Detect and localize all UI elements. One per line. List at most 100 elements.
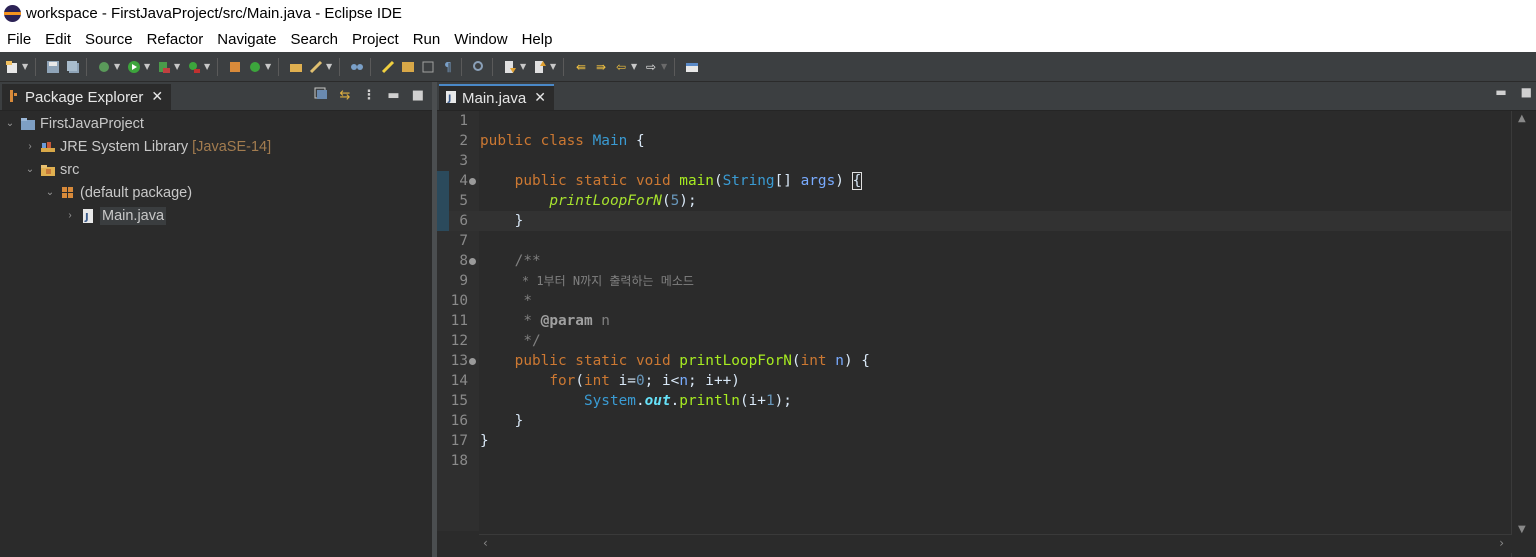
code-text: ) (835, 173, 853, 189)
toolbar-separator (86, 57, 87, 76)
code-text: { (627, 133, 645, 149)
collapse-all-icon[interactable] (314, 86, 328, 104)
java-file-icon: J (80, 208, 96, 224)
view-menu-icon[interactable]: ⋮ (362, 88, 375, 103)
collapse-arrow-icon[interactable]: ⌄ (24, 164, 36, 175)
line-number: 7 (459, 233, 468, 249)
code-line: 13 public static void printLoopForN(int … (437, 351, 1512, 371)
new-class-dropdown-icon[interactable]: ▼ (265, 62, 273, 71)
line-number: 11 (450, 313, 468, 329)
svg-text:J: J (84, 212, 89, 223)
block-selection-icon[interactable] (420, 59, 436, 75)
fold-toggle-icon[interactable] (469, 258, 476, 265)
menu-run[interactable]: Run (406, 31, 448, 48)
expand-arrow-icon[interactable]: › (24, 141, 36, 152)
toolbar-separator (217, 57, 218, 76)
tree-item-main-java[interactable]: › J Main.java (0, 204, 432, 227)
editor-tab-label: Main.java (462, 89, 527, 107)
close-icon[interactable]: ✕ (151, 89, 163, 105)
parameter-name: n (835, 353, 844, 369)
toolbar-separator (370, 57, 371, 76)
run-dropdown-icon[interactable]: ▼ (144, 62, 152, 71)
open-console-icon[interactable] (684, 59, 700, 75)
menu-refactor[interactable]: Refactor (140, 31, 211, 48)
minimize-icon[interactable]: ▬ (387, 88, 399, 103)
new-icon[interactable] (4, 59, 20, 75)
next-annotation-icon[interactable] (502, 59, 518, 75)
previous-annotation-dropdown-icon[interactable]: ▼ (550, 62, 558, 71)
new-java-package-icon[interactable] (227, 59, 243, 75)
code-line: 16 } (437, 411, 1512, 431)
external-tools-dropdown-icon[interactable]: ▼ (204, 62, 212, 71)
coverage-icon[interactable] (156, 59, 172, 75)
forward-icon[interactable]: ⇨ (643, 59, 659, 75)
back-icon[interactable]: ⇦ (613, 59, 629, 75)
tree-item-project[interactable]: ⌄ FirstJavaProject (0, 112, 432, 135)
new-dropdown-icon[interactable]: ▼ (22, 62, 30, 71)
show-whitespace-icon[interactable]: ¶ (440, 59, 456, 75)
menu-search[interactable]: Search (283, 31, 345, 48)
tree-item-label: src (60, 161, 80, 178)
link-with-editor-icon[interactable]: ⇆ (340, 88, 351, 103)
previous-annotation-icon[interactable] (532, 59, 548, 75)
fold-toggle-icon[interactable] (469, 358, 476, 365)
line-number: 10 (450, 293, 468, 309)
save-all-icon[interactable] (65, 59, 81, 75)
method-call: println (679, 393, 740, 409)
last-edit-location-icon[interactable]: ⇚ (573, 59, 589, 75)
open-type-icon[interactable] (288, 59, 304, 75)
collapse-arrow-icon[interactable]: ⌄ (44, 187, 56, 198)
scroll-up-icon[interactable]: ▲ (1518, 113, 1526, 124)
forward-edit-icon[interactable]: ⇛ (593, 59, 609, 75)
expand-arrow-icon[interactable]: › (64, 210, 76, 221)
tree-item-default-package[interactable]: ⌄ (default package) (0, 181, 432, 204)
line-number: 13 (450, 353, 468, 369)
toggle-word-wrap-icon[interactable] (400, 59, 416, 75)
menu-help[interactable]: Help (515, 31, 560, 48)
horizontal-scrollbar[interactable]: ‹ › (479, 534, 1512, 553)
debug-dropdown-icon[interactable]: ▼ (114, 62, 122, 71)
javadoc-tag: @param (540, 313, 593, 329)
tree-item-jre-library[interactable]: › JRE System Library [JavaSE-14] (0, 135, 432, 158)
save-icon[interactable] (45, 59, 61, 75)
maximize-icon[interactable]: ■ (412, 88, 424, 103)
fold-toggle-icon[interactable] (469, 178, 476, 185)
vertical-scrollbar[interactable]: ▲ ▼ (1511, 111, 1536, 557)
coverage-dropdown-icon[interactable]: ▼ (174, 62, 182, 71)
code-text: } (514, 413, 524, 429)
next-annotation-dropdown-icon[interactable]: ▼ (520, 62, 528, 71)
tab-package-explorer[interactable]: Package Explorer ✕ (2, 84, 172, 110)
toggle-mark-occurrences-icon[interactable] (380, 59, 396, 75)
menu-project[interactable]: Project (345, 31, 406, 48)
debug-icon[interactable] (96, 59, 112, 75)
menu-edit[interactable]: Edit (38, 31, 78, 48)
tree-item-src[interactable]: ⌄ src (0, 158, 432, 181)
zoom-icon[interactable] (471, 59, 487, 75)
menu-navigate[interactable]: Navigate (210, 31, 283, 48)
java-file-icon: J (445, 89, 457, 108)
forward-dropdown-icon[interactable]: ▼ (661, 62, 669, 71)
search-icon[interactable] (308, 59, 324, 75)
menu-file[interactable]: File (0, 31, 38, 48)
scroll-down-icon[interactable]: ▼ (1518, 524, 1526, 535)
scroll-left-icon[interactable]: ‹ (483, 536, 488, 550)
collapse-arrow-icon[interactable]: ⌄ (4, 118, 16, 129)
toolbar-separator (674, 57, 675, 76)
close-icon[interactable]: ✕ (534, 90, 546, 106)
scroll-right-icon[interactable]: › (1499, 536, 1504, 550)
menu-window[interactable]: Window (447, 31, 514, 48)
run-icon[interactable] (126, 59, 142, 75)
minimize-icon[interactable]: ▬ (1495, 85, 1506, 99)
code-text: . (670, 393, 680, 409)
tree-item-label: Main.java (100, 206, 167, 225)
external-tools-icon[interactable] (186, 59, 202, 75)
maximize-icon[interactable]: ■ (1521, 85, 1532, 99)
tab-main-java[interactable]: J Main.java ✕ (439, 84, 554, 110)
back-dropdown-icon[interactable]: ▼ (631, 62, 639, 71)
code-line: 17} (437, 431, 1512, 451)
code-area[interactable]: 1 2 public class Main { 3 4 public static… (437, 111, 1512, 471)
toggle-breadcrumb-icon[interactable] (349, 59, 365, 75)
search-dropdown-icon[interactable]: ▼ (326, 62, 334, 71)
menu-source[interactable]: Source (78, 31, 140, 48)
new-java-class-icon[interactable] (247, 59, 263, 75)
